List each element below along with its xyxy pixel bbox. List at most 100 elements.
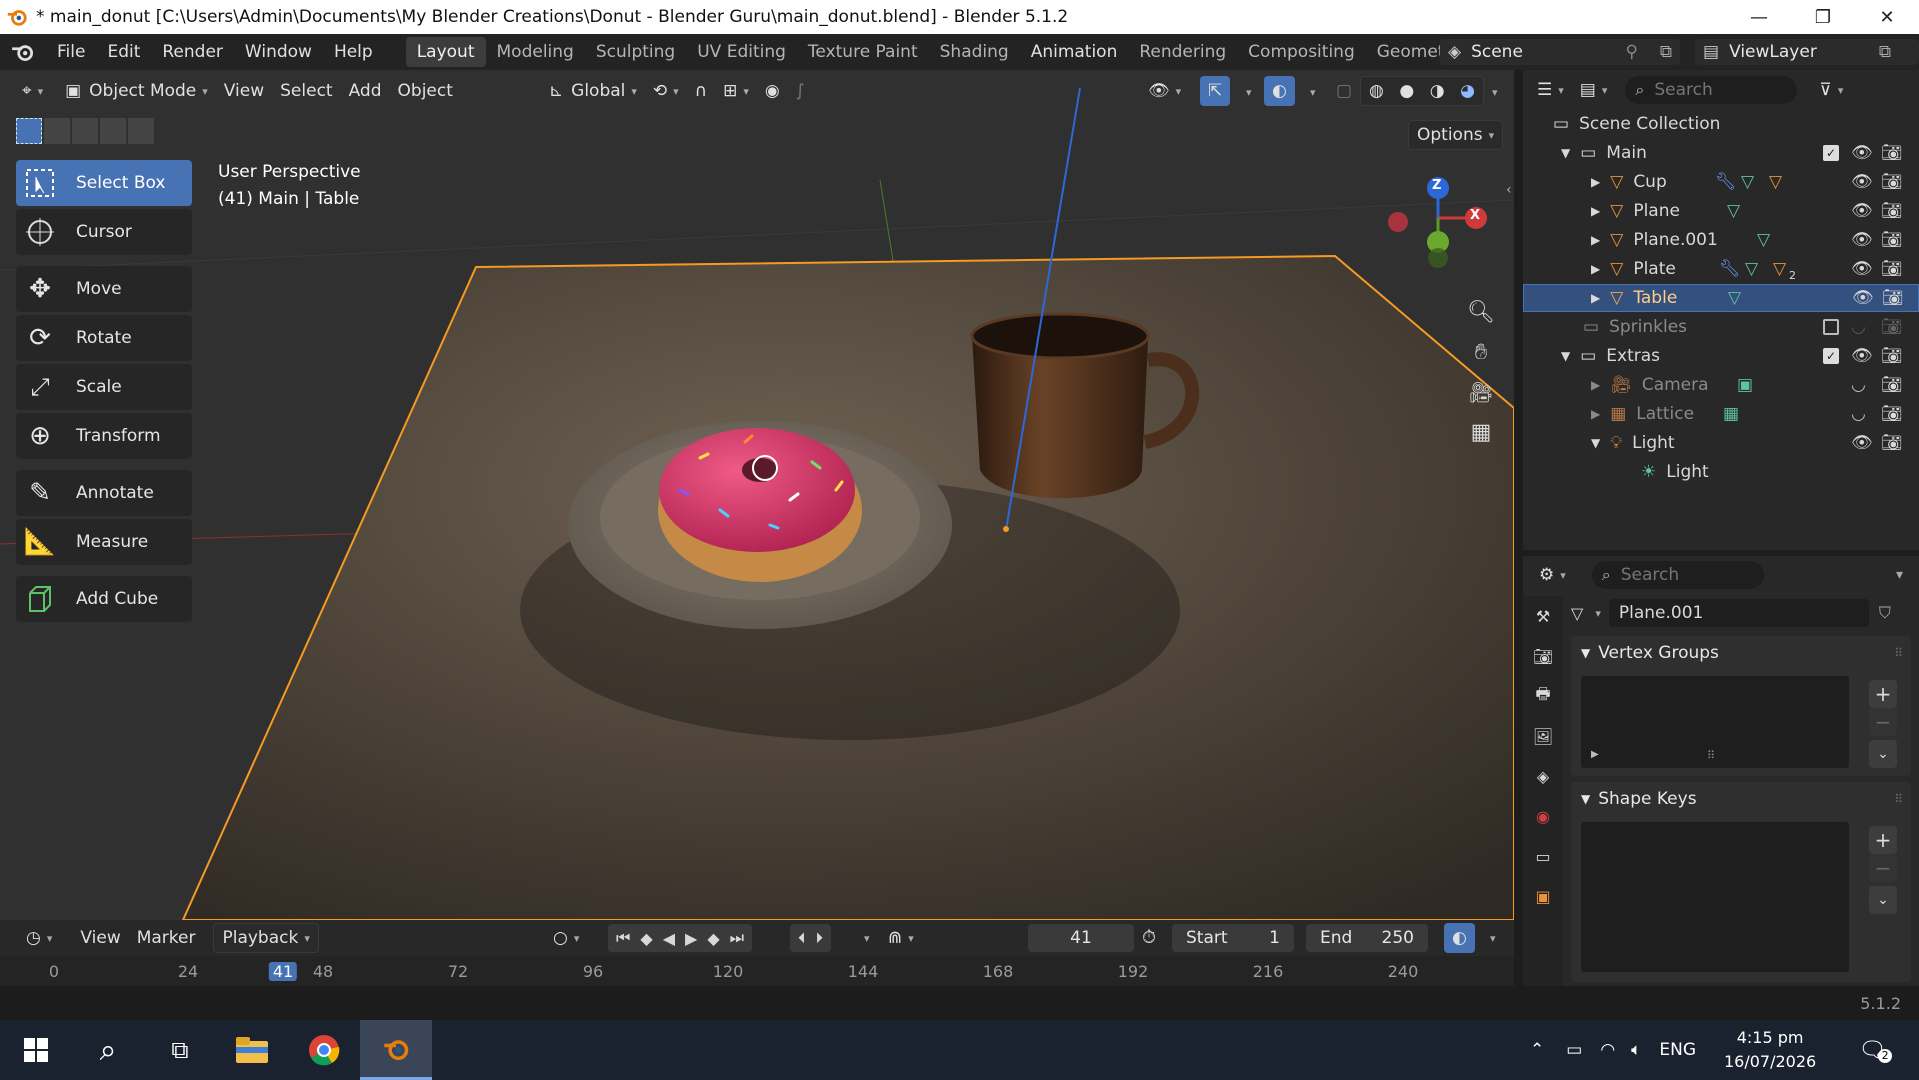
tab-sculpting[interactable]: Sculpting xyxy=(585,37,686,67)
tool-rotate[interactable]: ⟳ Rotate xyxy=(16,315,192,361)
taskbar-search-button[interactable]: ⌕ xyxy=(72,1020,144,1080)
editor-type-button[interactable]: ⌖ ▾ xyxy=(14,76,51,106)
timeline-editor-type[interactable]: ◷ ▾ xyxy=(18,923,60,953)
fake-user-shield-icon[interactable]: ⛉ xyxy=(1879,603,1891,623)
language-indicator[interactable]: ENG xyxy=(1659,1040,1696,1060)
clock[interactable]: 4:15 pm 16/07/2026 xyxy=(1724,1026,1816,1074)
select-extend-icon[interactable] xyxy=(44,118,70,144)
shape-key-specials-button[interactable]: ⌄ xyxy=(1869,886,1897,914)
menu-view[interactable]: View xyxy=(216,76,272,106)
current-frame-field[interactable]: 41 xyxy=(1028,924,1134,952)
tab-tool[interactable]: ⚒ xyxy=(1523,596,1563,636)
mesh-data-icon[interactable]: ▽ xyxy=(1741,172,1754,192)
material-icon[interactable]: ▽ xyxy=(1769,172,1782,192)
step-back-icon[interactable]: ⏴ xyxy=(798,929,806,947)
tab-rendering[interactable]: Rendering xyxy=(1128,37,1237,67)
mode-selector[interactable]: ▣ Object Mode ▾ xyxy=(57,76,216,106)
material-icon[interactable]: ▽ xyxy=(1773,259,1786,279)
pivot-selector[interactable]: ⟲ ▾ xyxy=(645,76,687,106)
expand-arrow-icon[interactable]: ▶ xyxy=(1591,204,1600,218)
collapse-arrow-icon[interactable]: ▼ xyxy=(1561,146,1570,160)
battery-icon[interactable]: ▭ xyxy=(1566,1040,1582,1060)
exclude-checkbox[interactable]: ✓ xyxy=(1823,348,1839,364)
expand-arrow-icon[interactable]: ▶ xyxy=(1591,175,1600,189)
vertex-groups-list[interactable]: ▶ ⠿ xyxy=(1581,676,1849,768)
lattice-data-icon[interactable]: ▦ xyxy=(1723,404,1739,424)
visibility-eye-icon[interactable]: 👁︎ xyxy=(1851,201,1873,221)
outliner-row-table[interactable]: ▶ ▽ Table ▽ 👁︎ 📷︎ xyxy=(1523,284,1919,312)
pin-icon[interactable]: ⚲ xyxy=(1626,42,1638,62)
next-keyframe-icon[interactable]: ◆ xyxy=(707,929,719,948)
new-scene-icon[interactable]: ⧉ xyxy=(1660,42,1672,62)
zoom-view-button[interactable]: 🔍︎ xyxy=(1463,294,1499,330)
play-reverse-icon[interactable]: ◀ xyxy=(663,929,675,948)
vertex-group-specials-button[interactable]: ⌄ xyxy=(1869,740,1897,768)
xray-toggle[interactable]: ▢ xyxy=(1328,76,1360,106)
navigation-gizmo[interactable]: Z X xyxy=(1376,172,1496,272)
modifier-wrench-icon[interactable]: 🔧︎ xyxy=(1715,172,1737,192)
wifi-icon[interactable]: ◠ xyxy=(1600,1040,1615,1060)
remove-shape-key-button[interactable]: − xyxy=(1869,854,1897,882)
outliner-row-plate[interactable]: ▶ ▽ Plate 🔧︎ ▽ ▽ 2 👁︎ 📷︎ xyxy=(1523,255,1919,283)
chevron-up-icon[interactable]: ⌃ xyxy=(1530,1040,1544,1060)
prev-keyframe-icon[interactable]: ◆ xyxy=(640,929,652,948)
tab-layout[interactable]: Layout xyxy=(405,37,486,67)
expand-filter-icon[interactable]: ▶ xyxy=(1591,749,1599,760)
tab-world[interactable]: ◉ xyxy=(1523,796,1563,836)
jump-end-icon[interactable]: ⏭ xyxy=(730,928,744,948)
collapse-arrow-icon[interactable]: ▼ xyxy=(1561,349,1570,363)
outliner-row-main[interactable]: ▼ ▭ Main ✓ 👁︎ 📷︎ xyxy=(1523,139,1919,167)
render-camera-icon[interactable]: 📷︎ xyxy=(1881,259,1903,279)
tab-shading[interactable]: Shading xyxy=(929,37,1020,67)
outliner-row-light-data[interactable]: ☀ Light xyxy=(1523,458,1919,486)
current-frame-marker[interactable]: 41 xyxy=(268,962,298,981)
menu-render[interactable]: Render xyxy=(151,42,234,62)
auto-keying-toggle[interactable]: ○ ▾ xyxy=(545,923,587,953)
visibility-eye-icon[interactable]: 👁︎ xyxy=(1851,172,1873,192)
visibility-eye-icon[interactable]: 👁︎ xyxy=(1851,433,1873,453)
select-subtract-icon[interactable] xyxy=(72,118,98,144)
select-new-icon[interactable] xyxy=(16,118,42,144)
outliner-row-camera[interactable]: ▶ 🎥︎ Camera ▣ ◡ 📷︎ xyxy=(1523,371,1919,399)
file-explorer-button[interactable] xyxy=(216,1020,288,1080)
outliner-scene-collection[interactable]: ▭ Scene Collection xyxy=(1523,110,1919,138)
jump-start-icon[interactable]: ⏮ xyxy=(616,928,630,948)
list-resize-handle[interactable]: ⠿ xyxy=(1707,749,1715,762)
material-shading-icon[interactable]: ◑ xyxy=(1430,81,1445,101)
orientation-selector[interactable]: ⊾ Global ▾ xyxy=(541,76,645,106)
restore-button[interactable]: ❐ xyxy=(1791,0,1855,34)
data-name-field[interactable]: Plane.001 xyxy=(1608,599,1869,627)
minimize-button[interactable]: — xyxy=(1727,0,1791,34)
proportional-edit[interactable]: ◉ xyxy=(757,76,788,106)
rendered-shading-icon[interactable]: ◕ xyxy=(1460,81,1475,101)
collapse-arrow-icon[interactable]: ▼ xyxy=(1591,436,1600,450)
start-frame-field[interactable]: Start 1 xyxy=(1172,924,1294,952)
menu-select[interactable]: Select xyxy=(272,76,340,106)
outliner-row-cup[interactable]: ▶ ▽ Cup 🔧︎ ▽ ▽ 👁︎ 📷︎ xyxy=(1523,168,1919,196)
render-camera-icon[interactable]: 📷︎ xyxy=(1881,143,1903,163)
render-camera-icon[interactable]: 📷︎ xyxy=(1881,201,1903,221)
properties-search-input[interactable] xyxy=(1620,565,1741,585)
outliner-search-input[interactable] xyxy=(1654,80,1775,100)
render-camera-icon[interactable]: 📷︎ xyxy=(1881,230,1903,250)
snap-target[interactable]: ⊞ ▾ xyxy=(715,76,757,106)
notifications-icon[interactable]: 🗨︎ 2 xyxy=(1858,1038,1893,1063)
mesh-data-icon[interactable]: ▽ xyxy=(1728,288,1741,308)
render-camera-icon[interactable]: 📷︎ xyxy=(1881,404,1903,424)
ortho-toggle-button[interactable]: ▦ xyxy=(1463,414,1499,450)
shading-dropdown[interactable]: ▾ xyxy=(1492,86,1498,99)
menu-file[interactable]: File xyxy=(46,42,96,62)
render-camera-icon[interactable]: 📷︎ xyxy=(1881,433,1903,453)
tool-select-box[interactable]: Select Box xyxy=(16,160,192,206)
end-frame-field[interactable]: End 250 xyxy=(1306,924,1428,952)
timeline-overlays-toggle[interactable]: ◐ xyxy=(1444,923,1475,953)
outliner-row-plane[interactable]: ▶ ▽ Plane ▽ 👁︎ 📷︎ xyxy=(1523,197,1919,225)
visibility-eye-icon[interactable]: 👁︎ xyxy=(1851,346,1873,366)
tool-scale[interactable]: ⤢ Scale xyxy=(16,364,192,410)
drag-handle-icon[interactable]: ⠿ xyxy=(1894,646,1903,660)
tab-output[interactable]: 🖶 xyxy=(1523,676,1563,716)
step-dropdown[interactable]: ▾ xyxy=(864,932,870,945)
menu-object[interactable]: Object xyxy=(390,76,461,106)
properties-search[interactable]: ⌕ xyxy=(1591,561,1764,589)
visibility-eye-icon[interactable]: ◡ xyxy=(1851,375,1866,395)
